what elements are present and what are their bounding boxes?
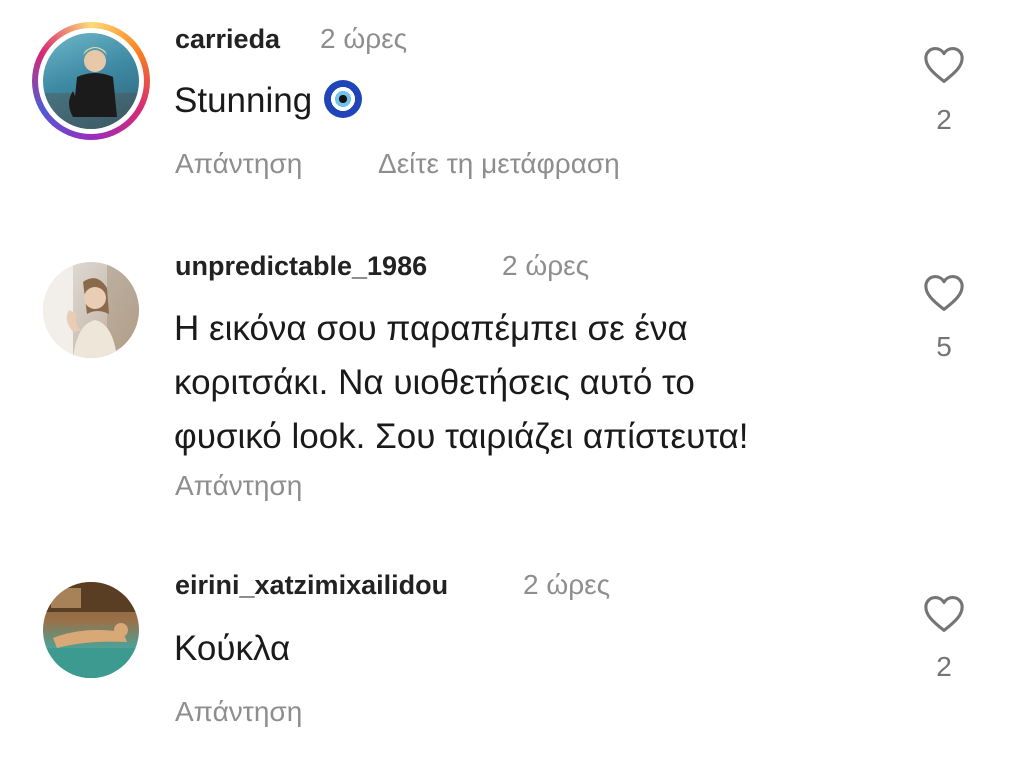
comment-text-line: Κούκλα (174, 629, 291, 668)
comment-username[interactable]: eirini_xatzimixailidou (175, 570, 448, 601)
heart-icon[interactable] (923, 595, 965, 633)
reply-button[interactable]: Απάντηση (175, 696, 302, 728)
like-count: 2 (936, 651, 952, 682)
comment-text: Κούκλα (174, 622, 290, 676)
avatar[interactable] (43, 582, 139, 678)
avatar-figure-icon (43, 582, 139, 678)
comment-time: 2 ώρες (523, 569, 611, 600)
comment-item: eirini_xatzimixailidou 2 ώρες Κούκλα Απά… (0, 0, 1024, 768)
